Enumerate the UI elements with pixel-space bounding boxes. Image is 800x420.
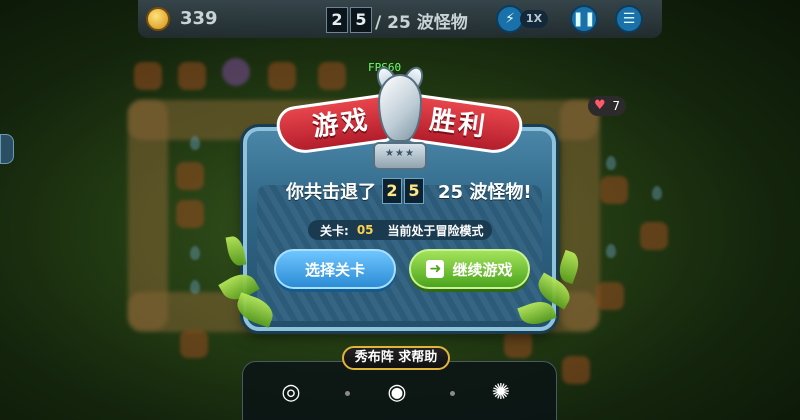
divider-dot [345,391,350,396]
star-icon: ★★★ [385,148,415,159]
menu-icon[interactable]: ☰ [615,5,643,33]
continue-label: 继续游戏 [452,260,513,279]
trophy-carrot [378,74,422,142]
pause-icon[interactable]: ❚❚ [570,5,598,33]
title-right: 胜利 [427,105,490,143]
message-prefix: 你共击退了 [286,182,376,203]
heart-icon: ♥ [594,98,606,113]
wechat-icon[interactable]: ◉ [380,376,414,410]
mode-text: 当前处于冒险模式 [387,223,484,238]
level-info: 关卡: 05 当前处于冒险模式 [308,220,492,240]
trophy-base: ★★★ [373,142,427,170]
side-drawer-handle[interactable] [0,134,14,164]
share-label: 秀布阵 求帮助 [342,346,450,370]
life-counter: ♥ 7 [588,96,626,116]
wave-total: / 25 波怪物 [375,13,468,33]
waves-digit: 5 [404,178,424,204]
result-message: 你共击退了 2 5 25 波怪物! [286,178,532,204]
wave-counter: 2 5 [326,7,372,33]
waves-digit: 2 [382,178,402,204]
game-scene: 339 2 5 / 25 波怪物 ⚡ 1X ❚❚ ☰ FPS60 ♥ 7 游戏 … [0,0,800,420]
continue-game-button[interactable]: ➜ 继续游戏 [409,249,530,289]
speed-toggle[interactable]: 1X [520,10,548,28]
wave-digit: 5 [350,7,372,33]
carrot-trophy-icon: ★★★ [364,63,436,174]
camera-shutter-icon[interactable]: ✺ [484,376,518,410]
coin-icon [146,7,170,31]
message-suffix: 25 波怪物! [438,182,532,203]
level-label: 关卡: [320,223,349,238]
life-count: 7 [612,99,620,113]
weibo-icon[interactable]: ◎ [274,376,308,410]
divider-dot [450,391,455,396]
select-level-label: 选择关卡 [304,260,365,279]
level-number: 05 [356,223,374,237]
coin-count: 339 [180,8,218,29]
select-level-button[interactable]: 选择关卡 [274,249,396,289]
waves-defeated: 2 5 [382,178,424,204]
arrow-right-icon: ➜ [426,260,445,278]
wave-digit: 2 [326,7,348,33]
